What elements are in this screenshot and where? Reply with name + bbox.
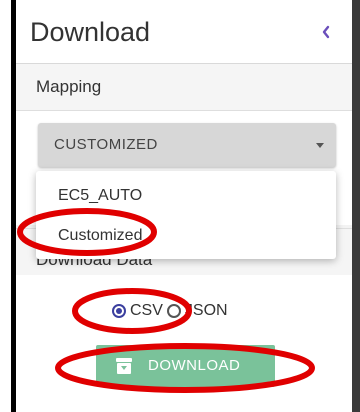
mapping-selected-value: CUSTOMIZED <box>54 136 158 153</box>
caret-down-icon <box>316 143 324 148</box>
mapping-option-label: EC5_AUTO <box>58 187 143 204</box>
mapping-option-ec5-auto[interactable]: EC5_AUTO <box>36 175 336 215</box>
mapping-option-customized[interactable]: Customized <box>36 215 336 255</box>
download-button-label: DOWNLOAD <box>148 357 241 374</box>
page: Download Mapping CUSTOMIZED Download Dat… <box>0 0 360 412</box>
radio-checked-icon <box>112 304 126 318</box>
panel-header: Download <box>16 0 352 64</box>
mapping-section-header: Mapping <box>16 64 352 111</box>
format-label-json: JSON <box>184 302 228 319</box>
format-radio-csv[interactable]: CSV <box>112 301 163 321</box>
archive-download-icon <box>116 358 132 374</box>
radio-unchecked-icon <box>166 304 181 318</box>
format-label-csv: CSV <box>130 302 163 319</box>
right-scrollbar <box>352 0 360 412</box>
format-radio-json[interactable]: JSON <box>166 301 228 321</box>
panel-title: Download <box>30 17 151 47</box>
chevron-left-icon <box>322 25 330 39</box>
collapse-button[interactable] <box>316 22 336 42</box>
format-radio-group: CSV JSON <box>112 299 232 323</box>
download-panel: Download Mapping CUSTOMIZED Download Dat… <box>16 0 352 412</box>
mapping-dropdown-menu: EC5_AUTO Customized <box>36 171 336 259</box>
download-button[interactable]: DOWNLOAD <box>96 345 275 387</box>
download-section-body: CSV JSON DOWNLOAD <box>16 275 352 412</box>
mapping-select[interactable]: CUSTOMIZED <box>38 123 336 167</box>
left-margin <box>0 0 11 412</box>
mapping-option-label: Customized <box>58 227 143 244</box>
mapping-label: Mapping <box>36 77 102 96</box>
